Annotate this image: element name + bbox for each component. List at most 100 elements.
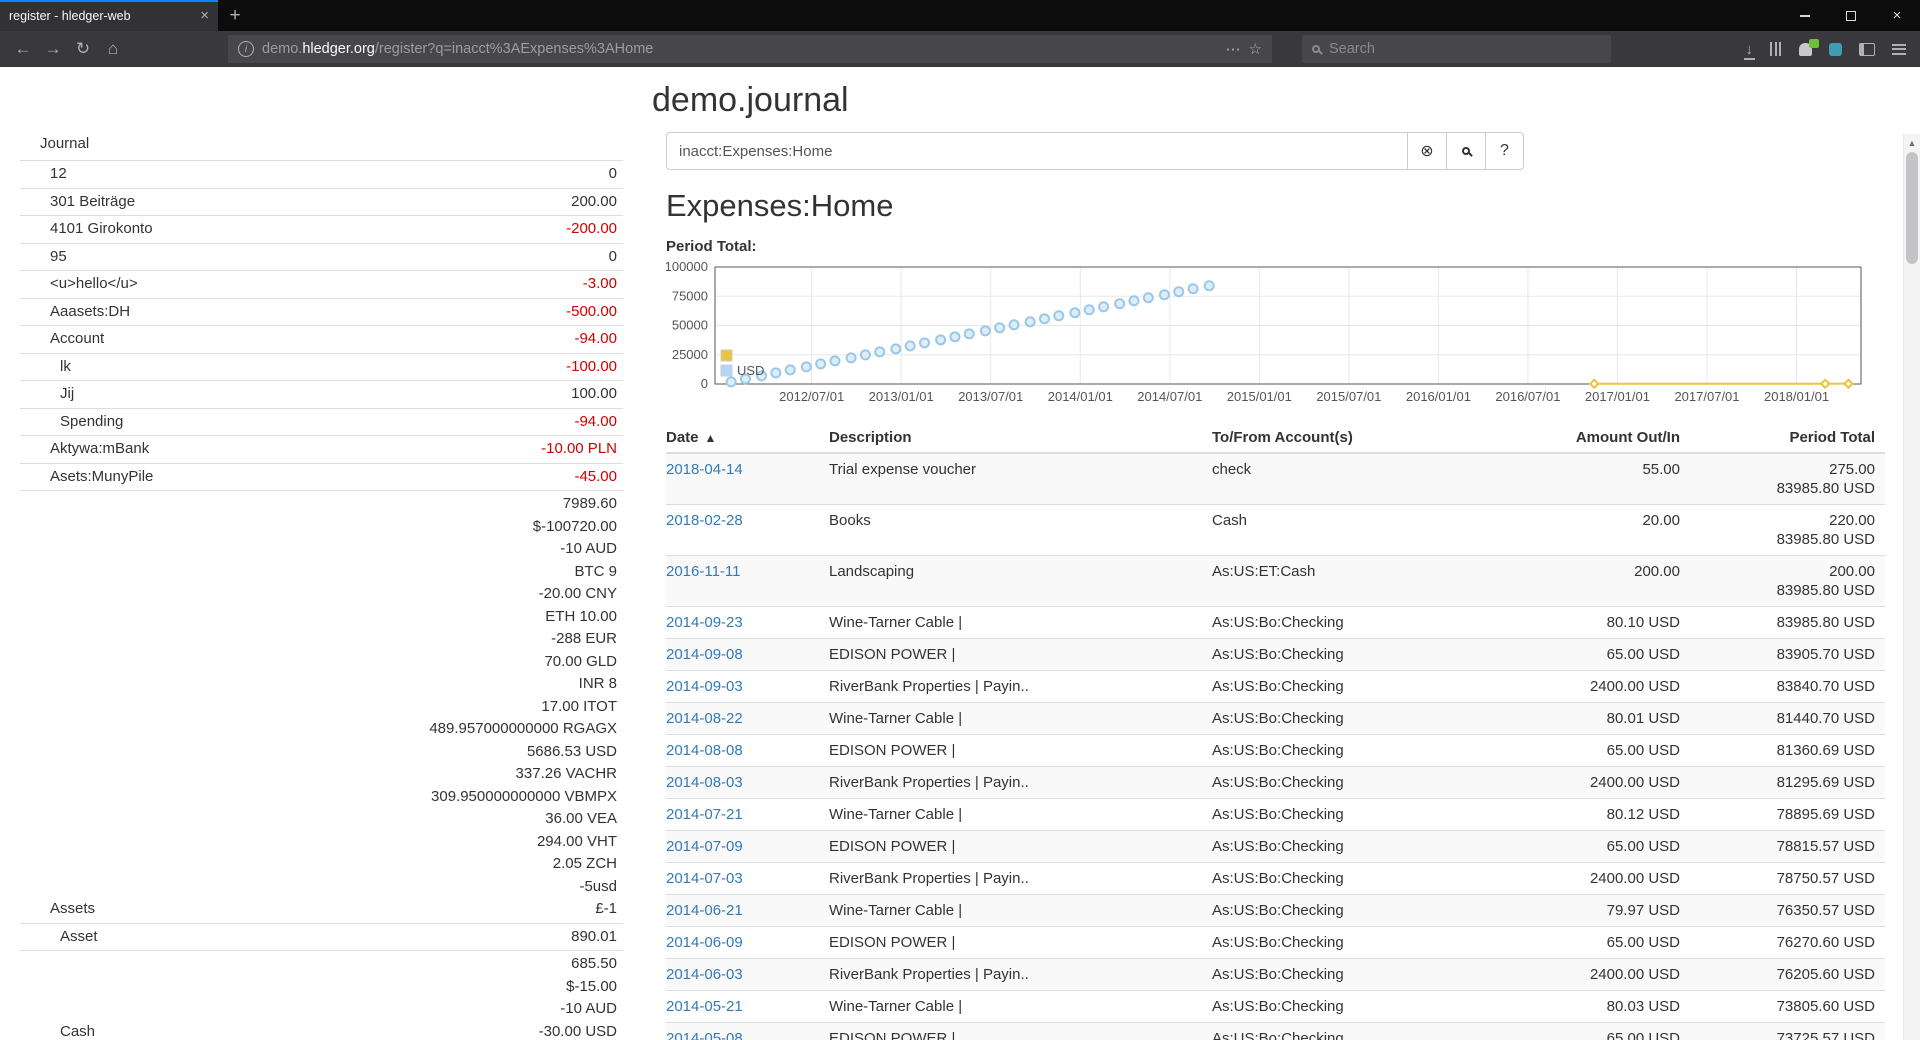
account-row[interactable]: 301 Beiträge200.00: [20, 188, 623, 216]
transaction-date-link[interactable]: 2014-05-21: [666, 998, 743, 1015]
extension-ghostery-icon[interactable]: [1799, 43, 1812, 56]
account-row[interactable]: lk-100.00: [20, 353, 623, 381]
account-row[interactable]: Cash685.50$-15.00-10 AUD-30.00 USD: [20, 950, 623, 1040]
menu-icon[interactable]: [1892, 44, 1906, 55]
transaction-date-link[interactable]: 2014-07-03: [666, 870, 743, 887]
scrollbar-thumb[interactable]: [1906, 152, 1918, 264]
transaction-row[interactable]: 2014-08-03RiverBank Properties | Payin..…: [666, 767, 1885, 799]
account-row[interactable]: <u>hello</u>-3.00: [20, 270, 623, 298]
transaction-row[interactable]: 2014-08-08EDISON POWER |As:US:Bo:Checkin…: [666, 735, 1885, 767]
transaction-row[interactable]: 2018-04-14Trial expense vouchercheck55.0…: [666, 453, 1885, 505]
column-header[interactable]: Description: [829, 423, 1212, 453]
account-row[interactable]: Asset890.01: [20, 923, 623, 951]
account-name[interactable]: lk: [20, 356, 71, 379]
transaction-row[interactable]: 2014-05-08EDISON POWER |As:US:Bo:Checkin…: [666, 1023, 1885, 1040]
transaction-date-link[interactable]: 2018-02-28: [666, 512, 743, 529]
transaction-date-link[interactable]: 2018-04-14: [666, 461, 743, 478]
transaction-date-link[interactable]: 2014-06-03: [666, 966, 743, 983]
account-name[interactable]: Aaasets:DH: [20, 301, 130, 324]
browser-search-field[interactable]: Search: [1302, 35, 1611, 63]
account-name[interactable]: Aktywa:mBank: [20, 438, 149, 461]
account-name[interactable]: Account: [20, 328, 104, 351]
tab-close-icon[interactable]: ×: [200, 7, 209, 24]
account-row[interactable]: Aktywa:mBank-10.00 PLN: [20, 435, 623, 463]
account-row[interactable]: Account-94.00: [20, 325, 623, 353]
account-row[interactable]: Aaasets:DH-500.00: [20, 298, 623, 326]
account-row[interactable]: Asets:MunyPile-45.00: [20, 463, 623, 491]
transaction-row[interactable]: 2014-07-09EDISON POWER |As:US:Bo:Checkin…: [666, 831, 1885, 863]
new-tab-button[interactable]: +: [218, 0, 252, 31]
column-header[interactable]: Date▲: [666, 423, 829, 453]
transaction-date-link[interactable]: 2016-11-11: [666, 563, 741, 580]
transaction-row[interactable]: 2014-06-03RiverBank Properties | Payin..…: [666, 959, 1885, 991]
forward-button[interactable]: →: [38, 34, 68, 64]
column-header[interactable]: Amount Out/In: [1521, 423, 1690, 453]
total-line: 83985.80 USD: [1690, 613, 1875, 632]
transaction-row[interactable]: 2014-07-03RiverBank Properties | Payin..…: [666, 863, 1885, 895]
column-header[interactable]: Period Total: [1690, 423, 1885, 453]
account-name[interactable]: Spending: [20, 411, 123, 434]
account-name[interactable]: 95: [20, 246, 67, 269]
page-actions-icon[interactable]: ⋯: [1226, 40, 1241, 58]
transaction-row[interactable]: 2014-09-08EDISON POWER |As:US:Bo:Checkin…: [666, 639, 1885, 671]
help-button[interactable]: ?: [1485, 132, 1524, 170]
transaction-date-link[interactable]: 2014-08-03: [666, 774, 743, 791]
account-name[interactable]: 12: [20, 163, 67, 186]
sidebar-journal-link[interactable]: Journal: [20, 135, 623, 160]
transaction-date-link[interactable]: 2014-07-09: [666, 838, 743, 855]
account-row[interactable]: 120: [20, 160, 623, 188]
transaction-date-link[interactable]: 2014-06-09: [666, 934, 743, 951]
reload-button[interactable]: ↻: [68, 34, 98, 64]
transaction-date-link[interactable]: 2014-07-21: [666, 806, 743, 823]
page-info-icon[interactable]: i: [238, 41, 254, 57]
account-row[interactable]: Assets7989.60$-100720.00-10 AUDBTC 9-20.…: [20, 490, 623, 923]
browser-tab[interactable]: register - hledger-web ×: [0, 0, 218, 31]
account-row[interactable]: 4101 Girokonto-200.00: [20, 215, 623, 243]
account-row[interactable]: Jij100.00: [20, 380, 623, 408]
page-scrollbar[interactable]: ▲ ▼: [1903, 134, 1920, 1040]
url-bar[interactable]: i demo.hledger.org/register?q=inacct%3AE…: [228, 35, 1272, 63]
sidebar-toggle-icon[interactable]: [1859, 43, 1875, 56]
account-row[interactable]: Spending-94.00: [20, 408, 623, 436]
transaction-row[interactable]: 2014-08-22Wine-Tarner Cable |As:US:Bo:Ch…: [666, 703, 1885, 735]
bookmark-star-icon[interactable]: ☆: [1249, 40, 1262, 58]
transaction-row[interactable]: 2014-09-23Wine-Tarner Cable |As:US:Bo:Ch…: [666, 607, 1885, 639]
clear-query-button[interactable]: ⊗: [1407, 132, 1446, 170]
transaction-row[interactable]: 2014-06-09EDISON POWER |As:US:Bo:Checkin…: [666, 927, 1885, 959]
window-minimize-button[interactable]: [1782, 0, 1828, 31]
transaction-date-link[interactable]: 2014-09-23: [666, 614, 743, 631]
account-name[interactable]: Cash: [20, 1021, 95, 1040]
transaction-row[interactable]: 2018-02-28BooksCash20.00220.0083985.80 U…: [666, 505, 1885, 556]
back-button[interactable]: ←: [8, 34, 38, 64]
transaction-row[interactable]: 2014-07-21Wine-Tarner Cable |As:US:Bo:Ch…: [666, 799, 1885, 831]
window-close-button[interactable]: ×: [1874, 0, 1920, 31]
account-row[interactable]: 950: [20, 243, 623, 271]
scroll-up-icon[interactable]: ▲: [1904, 138, 1920, 148]
home-button[interactable]: ⌂: [98, 34, 128, 64]
transaction-date-link[interactable]: 2014-08-08: [666, 742, 743, 759]
transaction-row[interactable]: 2016-11-11LandscapingAs:US:ET:Cash200.00…: [666, 556, 1885, 607]
transaction-date-link[interactable]: 2014-09-08: [666, 646, 743, 663]
account-name[interactable]: Asset: [20, 926, 98, 949]
downloads-icon[interactable]: ↓: [1746, 42, 1754, 57]
transaction-date-link[interactable]: 2014-06-21: [666, 902, 743, 919]
window-maximize-button[interactable]: [1828, 0, 1874, 31]
column-header[interactable]: To/From Account(s): [1212, 423, 1521, 453]
transaction-row[interactable]: 2014-06-21Wine-Tarner Cable |As:US:Bo:Ch…: [666, 895, 1885, 927]
transaction-date-link[interactable]: 2014-09-03: [666, 678, 743, 695]
transaction-row[interactable]: 2014-05-21Wine-Tarner Cable |As:US:Bo:Ch…: [666, 991, 1885, 1023]
search-button[interactable]: [1446, 132, 1485, 170]
account-name[interactable]: Asets:MunyPile: [20, 466, 153, 489]
extension-icon[interactable]: [1829, 43, 1842, 56]
transaction-date-link[interactable]: 2014-05-08: [666, 1030, 743, 1040]
account-name[interactable]: Jij: [20, 383, 74, 406]
transaction-row[interactable]: 2014-09-03RiverBank Properties | Payin..…: [666, 671, 1885, 703]
query-input[interactable]: [666, 132, 1407, 170]
account-name[interactable]: 4101 Girokonto: [20, 218, 153, 241]
account-name[interactable]: <u>hello</u>: [20, 273, 138, 296]
extension-badge: [1809, 39, 1819, 48]
account-name[interactable]: Assets: [20, 898, 95, 921]
transaction-date-link[interactable]: 2014-08-22: [666, 710, 743, 727]
account-name[interactable]: 301 Beiträge: [20, 191, 135, 214]
library-icon[interactable]: [1770, 42, 1782, 56]
